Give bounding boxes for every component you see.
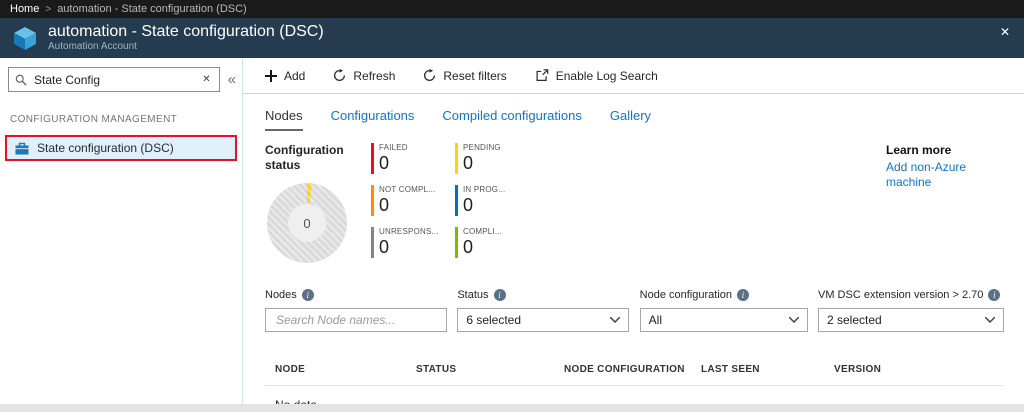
node-configuration-info-icon[interactable]: i [737, 289, 749, 301]
in-progress-color-bar [455, 185, 458, 216]
toolbar: Add Refresh [243, 58, 1024, 94]
page-title: automation - State configuration (DSC) [48, 23, 324, 41]
sidebar-item-state-configuration[interactable]: State configuration (DSC) [5, 135, 237, 161]
sidebar-item-label: State configuration (DSC) [37, 141, 174, 155]
column-header-node: NODE [275, 364, 416, 375]
vm-dsc-version-filter-label: VM DSC extension version > 2.70 [818, 289, 983, 301]
compliant-color-bar [455, 227, 458, 258]
clear-search-icon[interactable]: ✕ [200, 74, 212, 85]
status-tiles: FAILED 0 PENDING 0 NOT [371, 143, 539, 269]
status-info-icon[interactable]: i [494, 289, 506, 301]
table-header-row: NODE STATUS NODE CONFIGURATION LAST SEEN… [265, 364, 1004, 386]
sidebar: ✕ « CONFIGURATION MANAGEMENT State confi… [0, 58, 243, 404]
not-compliant-color-bar [371, 185, 374, 216]
chevron-down-icon [789, 317, 799, 323]
add-non-azure-machine-link[interactable]: Add non-Azure machine [886, 160, 986, 190]
status-filter-dropdown[interactable]: 6 selected [457, 308, 629, 332]
automation-account-icon [12, 25, 38, 51]
collapse-sidebar-icon[interactable]: « [228, 72, 236, 87]
pending-color-bar [455, 143, 458, 174]
enable-log-search-label: Enable Log Search [556, 69, 658, 83]
column-header-node-configuration: NODE CONFIGURATION [564, 364, 701, 375]
node-configuration-filter-label: Node configuration [640, 289, 732, 301]
add-button-label: Add [284, 69, 305, 83]
column-header-version: VERSION [834, 364, 1004, 375]
add-button[interactable]: Add [265, 69, 305, 83]
vm-dsc-version-dropdown[interactable]: 2 selected [818, 308, 1004, 332]
sidebar-section-label: CONFIGURATION MANAGEMENT [0, 92, 242, 135]
status-donut-chart: 0 [267, 183, 347, 263]
main-content: Add Refresh [243, 58, 1024, 404]
status-filter-label: Status [457, 289, 488, 301]
refresh-button[interactable]: Refresh [333, 69, 395, 83]
breadcrumb-current: automation - State configuration (DSC) [57, 3, 247, 15]
enable-log-search-button[interactable]: Enable Log Search [535, 69, 658, 83]
status-tile-pending: PENDING 0 [455, 143, 539, 185]
column-header-last-seen: LAST SEEN [701, 364, 834, 375]
breadcrumb-separator: > [45, 4, 51, 15]
sidebar-search-input[interactable] [32, 72, 195, 88]
tab-nodes[interactable]: Nodes [265, 108, 303, 131]
external-link-icon [535, 69, 549, 82]
status-tile-failed: FAILED 0 [371, 143, 455, 185]
tab-configurations[interactable]: Configurations [331, 108, 415, 131]
status-tile-compliant: COMPLI... 0 [455, 227, 539, 269]
close-icon[interactable]: ✕ [1000, 25, 1010, 39]
reset-filters-button-label: Reset filters [443, 69, 506, 83]
failed-color-bar [371, 143, 374, 174]
configuration-status-section: Configuration status 0 FAILED 0 [243, 131, 1024, 269]
configuration-status-title: Configuration status [265, 143, 355, 173]
breadcrumb-home-link[interactable]: Home [10, 3, 39, 15]
tab-compiled-configurations[interactable]: Compiled configurations [442, 108, 581, 131]
status-tile-not-compliant: NOT COMPL... 0 [371, 185, 455, 227]
chevron-down-icon [985, 317, 995, 323]
learn-more-label: Learn more [886, 143, 1004, 158]
tab-bar: Nodes Configurations Compiled configurat… [243, 94, 1024, 131]
refresh-icon [333, 69, 346, 82]
reset-filters-button[interactable]: Reset filters [423, 69, 506, 83]
bottom-strip [0, 404, 1024, 412]
chevron-down-icon [610, 317, 620, 323]
search-icon [15, 74, 27, 86]
state-configuration-icon [15, 142, 29, 155]
node-search-input[interactable] [274, 312, 438, 328]
tab-gallery[interactable]: Gallery [610, 108, 651, 131]
azure-portal-screen: Home > automation - State configuration … [0, 0, 1024, 412]
reset-filters-icon [423, 69, 436, 82]
nodes-filter-label: Nodes [265, 289, 297, 301]
status-tile-unresponsive: UNRESPONS... 0 [371, 227, 455, 269]
plus-icon [265, 70, 277, 82]
blade-header: automation - State configuration (DSC) A… [0, 18, 1024, 58]
unresponsive-color-bar [371, 227, 374, 258]
filters-row: Nodes i Status i 6 selected [243, 269, 1024, 332]
nodes-info-icon[interactable]: i [302, 289, 314, 301]
node-configuration-dropdown[interactable]: All [640, 308, 808, 332]
refresh-button-label: Refresh [353, 69, 395, 83]
donut-total: 0 [288, 204, 326, 242]
breadcrumb: Home > automation - State configuration … [0, 0, 1024, 18]
page-subtitle: Automation Account [48, 41, 324, 53]
vm-dsc-version-info-icon[interactable]: i [988, 289, 1000, 301]
column-header-status: STATUS [416, 364, 564, 375]
sidebar-search: ✕ [8, 67, 220, 92]
status-tile-in-progress: IN PROG... 0 [455, 185, 539, 227]
